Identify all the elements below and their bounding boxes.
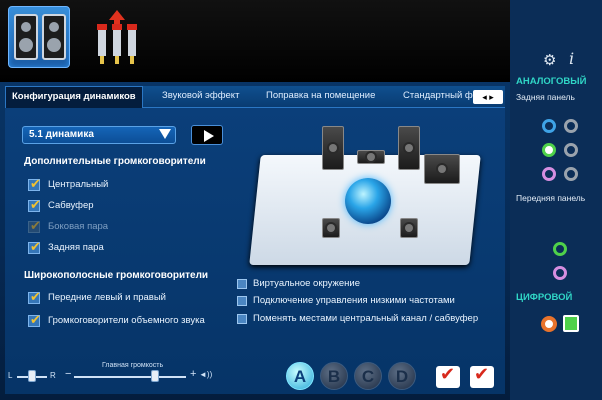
option-virtual-surround[interactable]: Виртуальное окружение	[237, 278, 360, 289]
front-green-jack[interactable]	[553, 242, 567, 256]
speaker-volume-icon[interactable]: ◄))	[199, 370, 212, 379]
coax-digital-jack[interactable]	[541, 316, 557, 332]
option-side-pair: Боковая пара	[28, 218, 109, 234]
option-center[interactable]: Центральный	[28, 176, 109, 192]
option-bass-management-label: Подключение управления низкими частотами	[253, 295, 455, 306]
info-icon[interactable]: i	[569, 49, 574, 68]
option-swap-center-sub[interactable]: Поменять местами центральный канал / саб…	[237, 313, 478, 324]
speaker-mode-select[interactable]: 5.1 динамика	[22, 126, 176, 144]
rear-panel-label: Задняя панель	[516, 92, 575, 102]
balance-left-label: L	[8, 371, 13, 380]
preset-a-button[interactable]: A	[286, 362, 314, 390]
tab-bar: Конфигурация динамиков Звуковой эффект П…	[5, 86, 505, 108]
analog-title: АНАЛОГОВЫЙ	[516, 76, 587, 87]
center-speaker[interactable]	[357, 150, 385, 164]
option-center-label: Центральный	[48, 179, 109, 190]
checkbox-virtual-surround[interactable]	[237, 279, 247, 289]
preset-b-button[interactable]: B	[320, 362, 348, 390]
apply-all-button[interactable]	[470, 364, 494, 388]
volume-slider-knob[interactable]	[150, 370, 159, 382]
rear-gray-jack-1[interactable]	[564, 119, 578, 133]
rear-right-speaker[interactable]	[400, 218, 418, 238]
option-subwoofer[interactable]: Сабвуфер	[28, 197, 94, 213]
option-rear-pair-label: Задняя пара	[48, 242, 104, 253]
tab-scroll-arrows[interactable]: ◂ ▸	[473, 90, 503, 104]
option-surround-label: Громкоговорители объемного звука	[48, 315, 205, 326]
front-panel-label: Передняя панель	[516, 193, 586, 203]
apply-check-button[interactable]	[436, 364, 460, 388]
optical-digital-jack[interactable]	[563, 315, 579, 332]
gear-icon[interactable]: ⚙	[543, 51, 556, 69]
volume-plus[interactable]: +	[190, 368, 196, 380]
option-front-lr-label: Передние левый и правый	[48, 292, 166, 303]
checkbox-center[interactable]	[28, 176, 41, 192]
checkbox-subwoofer[interactable]	[28, 197, 41, 213]
audio-manager-window: msi Конфигурация динамиков Звуковой эффе…	[0, 0, 602, 400]
option-virtual-surround-label: Виртуальное окружение	[253, 278, 360, 289]
checkbox-side-pair	[28, 218, 41, 234]
checkbox-front-lr[interactable]	[28, 289, 41, 305]
rear-green-jack[interactable]	[542, 143, 556, 157]
wideband-speakers-title: Широкополосные громкоговорители	[24, 270, 209, 281]
checkbox-surround[interactable]	[28, 312, 41, 328]
additional-speakers-title: Дополнительные громкоговорители	[24, 156, 206, 167]
option-front-lr[interactable]: Передние левый и правый	[28, 289, 166, 305]
front-left-speaker[interactable]	[322, 126, 344, 170]
listener-orb	[345, 178, 391, 224]
connectors-tile[interactable]	[86, 6, 148, 68]
rear-blue-jack[interactable]	[542, 119, 556, 133]
preset-c-button[interactable]: C	[354, 362, 382, 390]
balance-right-label: R	[50, 371, 56, 380]
rear-left-speaker[interactable]	[322, 218, 340, 238]
option-rear-pair[interactable]: Задняя пара	[28, 239, 104, 255]
tab-sound-effect[interactable]: Звуковой эффект	[162, 90, 239, 101]
speakers-tile[interactable]	[8, 6, 70, 68]
rear-pink-jack[interactable]	[542, 167, 556, 181]
play-test-button[interactable]	[191, 125, 223, 145]
speaker-mode-value: 5.1 динамика	[29, 129, 94, 140]
option-side-pair-label: Боковая пара	[48, 221, 109, 232]
checkbox-bass-management[interactable]	[237, 296, 247, 306]
digital-title: ЦИФРОВОЙ	[516, 292, 573, 303]
rear-gray-jack-3[interactable]	[564, 167, 578, 181]
option-subwoofer-label: Сабвуфер	[48, 200, 94, 211]
chevron-down-icon	[159, 129, 171, 139]
rear-gray-jack-2[interactable]	[564, 143, 578, 157]
front-pink-jack[interactable]	[553, 266, 567, 280]
checkbox-rear-pair[interactable]	[28, 239, 41, 255]
volume-minus[interactable]: −	[65, 368, 71, 380]
tab-default-format[interactable]: Стандартный ф	[403, 90, 473, 101]
preset-d-button[interactable]: D	[388, 362, 416, 390]
tab-room-correction[interactable]: Поправка на помещение	[266, 90, 375, 101]
master-volume-label: Главная громкость	[102, 362, 164, 369]
checkbox-swap-center-sub[interactable]	[237, 314, 247, 324]
front-right-speaker[interactable]	[398, 126, 420, 170]
balance-slider-knob[interactable]	[28, 370, 36, 382]
volume-slider-track[interactable]	[74, 376, 186, 378]
rca-connectors-icon	[97, 10, 137, 64]
option-bass-management[interactable]: Подключение управления низкими частотами	[237, 295, 455, 306]
option-swap-center-sub-label: Поменять местами центральный канал / саб…	[253, 313, 479, 324]
speakers-icon	[14, 14, 66, 60]
subwoofer-speaker[interactable]	[424, 154, 460, 184]
option-surround[interactable]: Громкоговорители объемного звука	[28, 312, 205, 328]
tab-speaker-config[interactable]: Конфигурация динамиков	[5, 86, 143, 108]
